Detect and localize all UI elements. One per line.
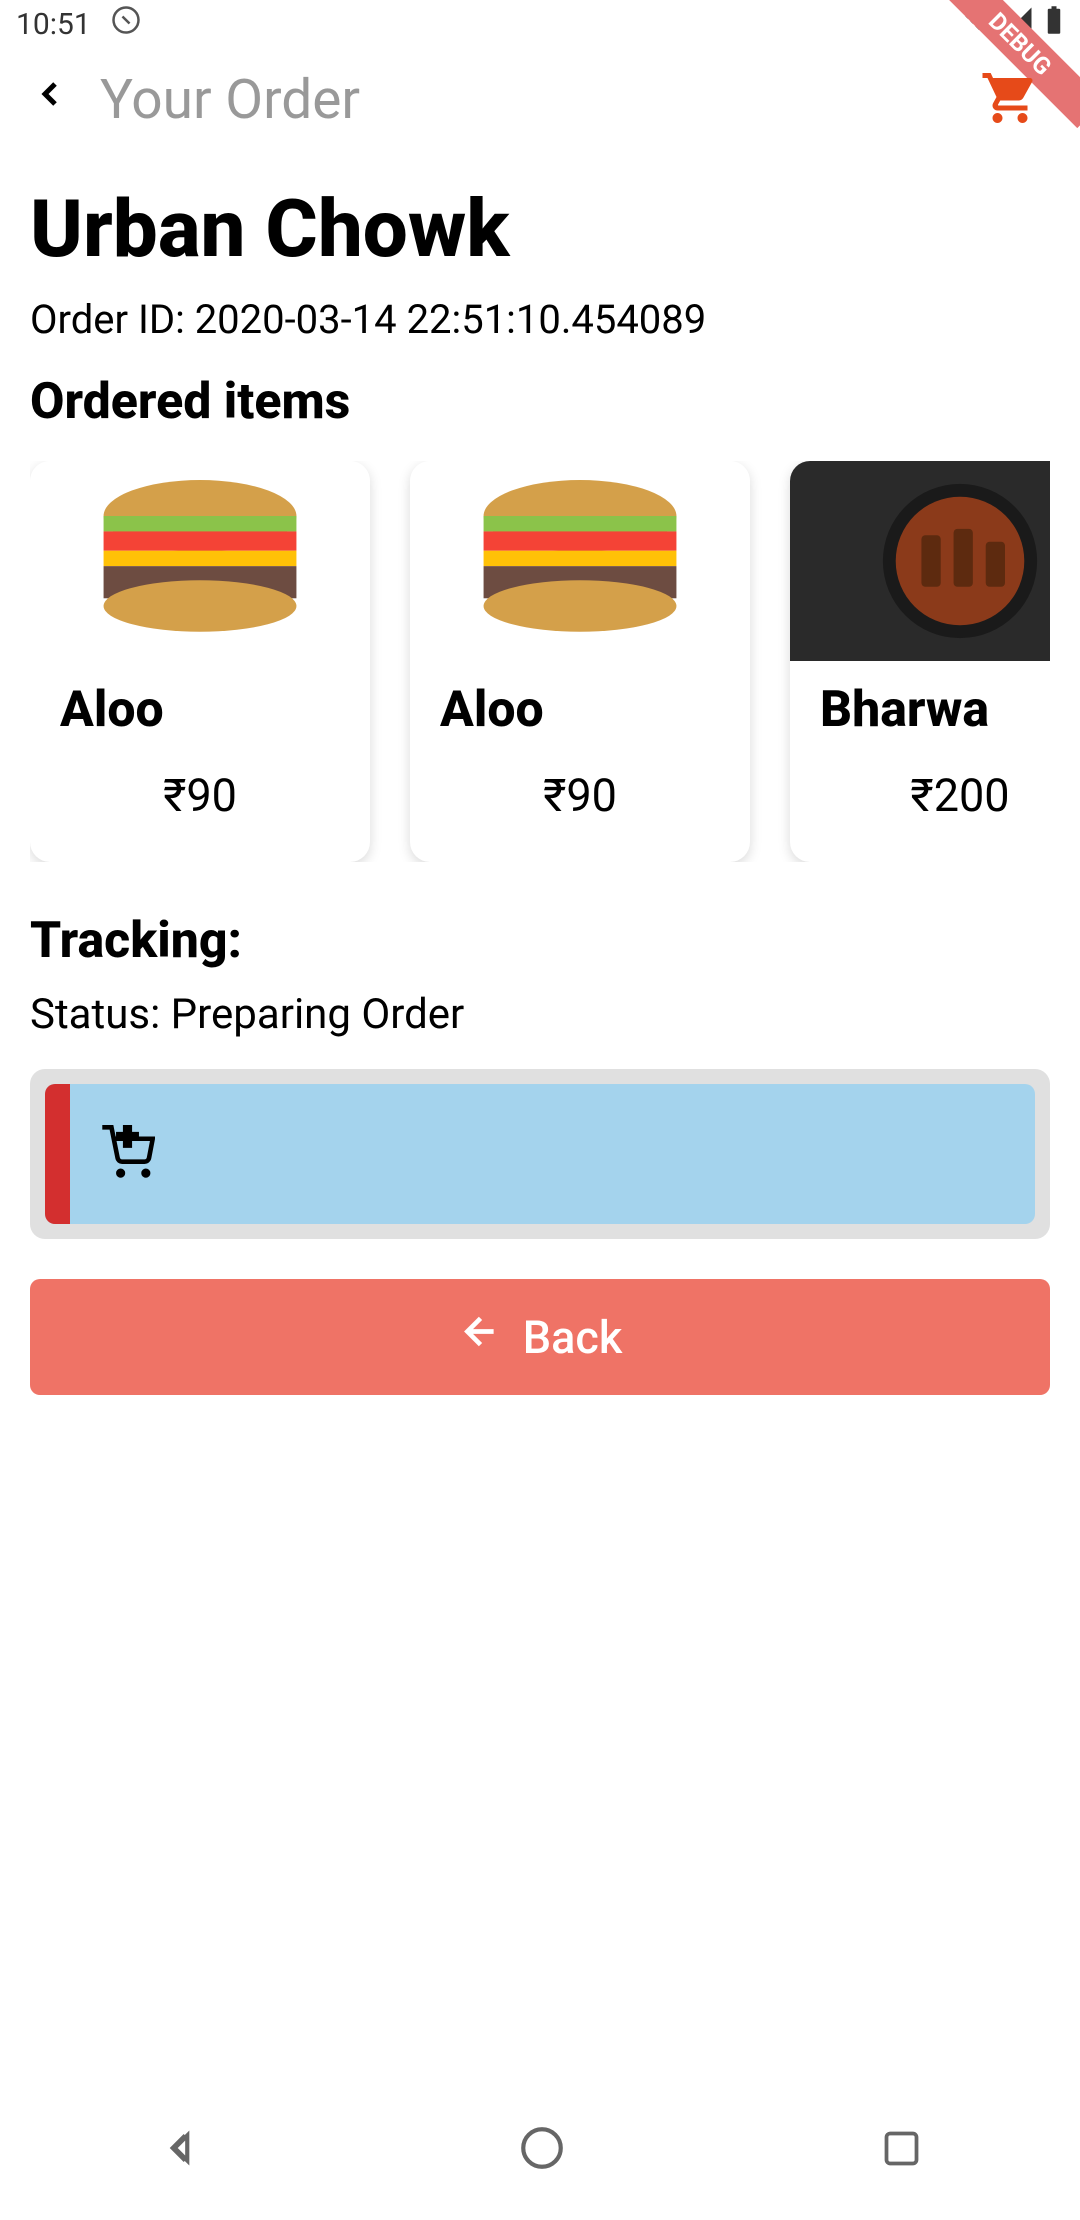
back-button[interactable]: Back xyxy=(30,1279,1050,1395)
item-card[interactable]: Bharwa ₹200 xyxy=(790,461,1050,862)
nav-home-icon[interactable] xyxy=(517,2123,567,2177)
item-price: ₹200 xyxy=(790,769,1050,822)
back-button-label: Back xyxy=(523,1311,623,1364)
restaurant-name: Urban Chowk xyxy=(30,182,1050,276)
item-card[interactable]: Aloo ₹90 xyxy=(410,461,750,862)
progress-container xyxy=(30,1069,1050,1239)
back-chevron-icon[interactable] xyxy=(30,69,70,132)
item-price: ₹90 xyxy=(410,769,750,822)
item-name: Bharwa xyxy=(790,661,1050,759)
dnd-icon xyxy=(111,5,141,43)
item-card[interactable]: Aloo ₹90 xyxy=(30,461,370,862)
page-title: Your Order xyxy=(100,68,360,132)
progress-segment xyxy=(45,1084,70,1224)
cart-icon[interactable] xyxy=(980,68,1040,132)
nav-recent-icon[interactable] xyxy=(879,2126,924,2175)
progress-bar xyxy=(45,1084,1035,1224)
header: Your Order xyxy=(0,48,1080,152)
item-image xyxy=(790,461,1050,661)
tracking-title: Tracking: xyxy=(30,912,1050,970)
content: Urban Chowk Order ID: 2020-03-14 22:51:1… xyxy=(0,152,1080,1425)
cart-add-icon xyxy=(100,1125,155,1184)
status-bar: 10:51 xyxy=(0,0,1080,48)
item-price: ₹90 xyxy=(30,769,370,822)
item-image xyxy=(410,461,750,661)
item-name: Aloo xyxy=(30,661,370,759)
order-id: Order ID: 2020-03-14 22:51:10.454089 xyxy=(30,296,1050,343)
tracking-status: Status: Preparing Order xyxy=(30,990,1050,1039)
item-name: Aloo xyxy=(410,661,750,759)
items-list[interactable]: Aloo ₹90 Aloo ₹90 xyxy=(30,461,1050,862)
ordered-items-title: Ordered items xyxy=(30,373,1050,431)
back-arrow-icon xyxy=(458,1309,503,1365)
item-image xyxy=(30,461,370,661)
status-time: 10:51 xyxy=(16,7,91,42)
nav-back-icon[interactable] xyxy=(156,2123,206,2177)
nav-bar xyxy=(0,2080,1080,2220)
